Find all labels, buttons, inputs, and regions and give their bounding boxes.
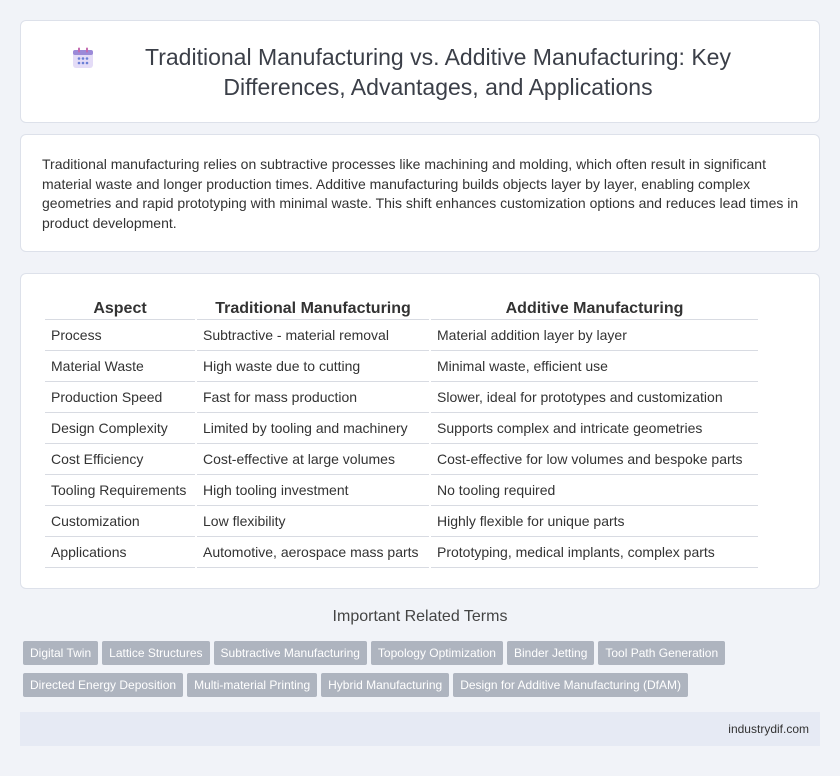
traditional-cell: Automotive, aerospace mass parts bbox=[197, 537, 429, 568]
related-terms-title: Important Related Terms bbox=[332, 608, 508, 625]
column-header-additive: Additive Manufacturing bbox=[431, 294, 758, 320]
table-row: Cost Efficiency Cost-effective at large … bbox=[45, 444, 758, 475]
additive-cell: Cost-effective for low volumes and bespo… bbox=[431, 444, 758, 475]
traditional-cell: High tooling investment bbox=[197, 475, 429, 506]
aspect-cell: Tooling Requirements bbox=[45, 475, 195, 506]
table-row: Tooling Requirements High tooling invest… bbox=[45, 475, 758, 506]
tag-hybrid-manufacturing[interactable]: Hybrid Manufacturing bbox=[321, 673, 450, 697]
tag-subtractive-manufacturing[interactable]: Subtractive Manufacturing bbox=[213, 641, 367, 665]
additive-cell: No tooling required bbox=[431, 475, 758, 506]
footer-site-link[interactable]: industrydif.com bbox=[728, 722, 809, 736]
footer: industrydif.com bbox=[20, 712, 820, 746]
additive-cell: Minimal waste, efficient use bbox=[431, 351, 758, 382]
calendar-icon bbox=[73, 47, 93, 68]
tag-multi-material-printing[interactable]: Multi-material Printing bbox=[187, 673, 318, 697]
traditional-cell: High waste due to cutting bbox=[197, 351, 429, 382]
aspect-cell: Design Complexity bbox=[45, 413, 195, 444]
aspect-cell: Cost Efficiency bbox=[45, 444, 195, 475]
column-header-traditional: Traditional Manufacturing bbox=[197, 294, 429, 320]
table-row: Customization Low flexibility Highly fle… bbox=[45, 506, 758, 537]
aspect-cell: Production Speed bbox=[45, 382, 195, 413]
table-row: Applications Automotive, aerospace mass … bbox=[45, 537, 758, 568]
traditional-cell: Fast for mass production bbox=[197, 382, 429, 413]
table-row: Material Waste High waste due to cutting… bbox=[45, 351, 758, 382]
related-terms-tags: Digital Twin Lattice Structures Subtractiv… bbox=[23, 641, 813, 705]
table-row: Design Complexity Limited by tooling and… bbox=[45, 413, 758, 444]
aspect-cell: Material Waste bbox=[45, 351, 195, 382]
traditional-cell: Limited by tooling and machinery bbox=[197, 413, 429, 444]
intro-card: Traditional manufacturing relies on subt… bbox=[20, 134, 820, 252]
title-wrap: Traditional Manufacturing vs. Additive M… bbox=[70, 42, 770, 102]
tag-topology-optimization[interactable]: Topology Optimization bbox=[370, 641, 503, 665]
tag-tool-path-generation[interactable]: Tool Path Generation bbox=[598, 641, 726, 665]
traditional-cell: Low flexibility bbox=[197, 506, 429, 537]
additive-cell: Prototyping, medical implants, complex p… bbox=[431, 537, 758, 568]
title-card: Traditional Manufacturing vs. Additive M… bbox=[20, 20, 820, 123]
comparison-card: Aspect Traditional Manufacturing Additiv… bbox=[20, 273, 820, 589]
column-header-aspect: Aspect bbox=[45, 294, 195, 320]
table-row: Production Speed Fast for mass productio… bbox=[45, 382, 758, 413]
aspect-cell: Applications bbox=[45, 537, 195, 568]
tag-directed-energy-deposition[interactable]: Directed Energy Deposition bbox=[23, 673, 184, 697]
tag-dfam[interactable]: Design for Additive Manufacturing (DfAM) bbox=[453, 673, 688, 697]
table-header-row: Aspect Traditional Manufacturing Additiv… bbox=[45, 294, 758, 320]
comparison-table: Aspect Traditional Manufacturing Additiv… bbox=[43, 294, 760, 568]
aspect-cell: Customization bbox=[45, 506, 195, 537]
intro-paragraph: Traditional manufacturing relies on subt… bbox=[42, 156, 799, 231]
traditional-cell: Subtractive - material removal bbox=[197, 320, 429, 351]
additive-cell: Supports complex and intricate geometrie… bbox=[431, 413, 758, 444]
additive-cell: Slower, ideal for prototypes and customi… bbox=[431, 382, 758, 413]
tag-digital-twin[interactable]: Digital Twin bbox=[23, 641, 99, 665]
traditional-cell: Cost-effective at large volumes bbox=[197, 444, 429, 475]
tag-lattice-structures[interactable]: Lattice Structures bbox=[102, 641, 210, 665]
additive-cell: Material addition layer by layer bbox=[431, 320, 758, 351]
additive-cell: Highly flexible for unique parts bbox=[431, 506, 758, 537]
aspect-cell: Process bbox=[45, 320, 195, 351]
table-row: Process Subtractive - material removal M… bbox=[45, 320, 758, 351]
page-title: Traditional Manufacturing vs. Additive M… bbox=[145, 43, 731, 100]
tag-binder-jetting[interactable]: Binder Jetting bbox=[506, 641, 595, 665]
